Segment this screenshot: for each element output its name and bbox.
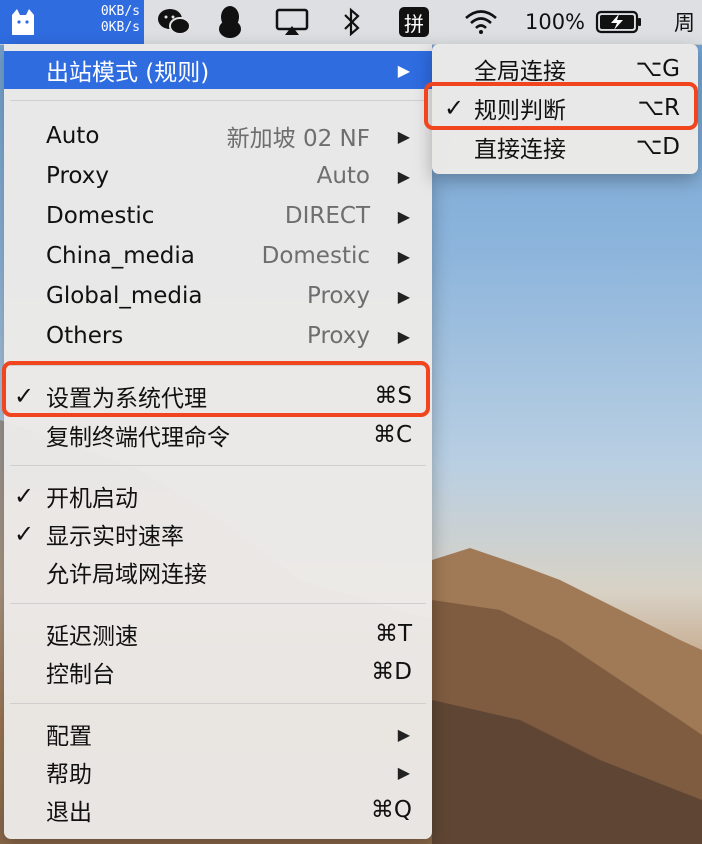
proxy-group-label: Auto — [46, 123, 100, 149]
clashx-menu: 出站模式 (规则) ▶ Auto 新加坡 02 NF ▶ Proxy Auto … — [4, 44, 432, 839]
copy-terminal-command-item[interactable]: 复制终端代理命令 ⌘C — [4, 416, 432, 454]
dashboard-label: 控制台 — [46, 662, 115, 688]
mode-direct-label: 直接连接 — [474, 137, 566, 163]
proxy-group-global-media[interactable]: Global_media Proxy ▶ — [4, 277, 432, 315]
clashx-status-item[interactable]: 0KB/s 0KB/s — [0, 0, 144, 44]
airplay-icon[interactable] — [268, 0, 316, 44]
shortcut: ⌘T — [374, 621, 412, 647]
separator — [10, 603, 426, 604]
allow-lan-label: 允许局域网连接 — [46, 562, 207, 588]
checkmark-icon: ✓ — [14, 520, 35, 548]
launch-at-login-item[interactable]: ✓ 开机启动 — [4, 477, 432, 515]
proxy-group-label: Others — [46, 323, 124, 349]
download-speed: 0KB/s — [100, 20, 140, 35]
launch-at-login-label: 开机启动 — [46, 486, 138, 512]
config-label: 配置 — [46, 724, 92, 750]
shortcut: ⌥D — [635, 134, 680, 160]
submenu-arrow-icon: ▶ — [397, 246, 410, 266]
submenu-arrow-icon: ▶ — [397, 724, 410, 744]
copy-terminal-command-label: 复制终端代理命令 — [46, 425, 230, 451]
proxy-group-auto[interactable]: Auto 新加坡 02 NF ▶ — [4, 117, 432, 155]
quit-label: 退出 — [46, 800, 92, 826]
qq-penguin-icon[interactable] — [208, 0, 252, 44]
shortcut: ⌘D — [371, 659, 412, 685]
proxy-group-label: Global_media — [46, 283, 203, 309]
submenu-arrow-icon: ▶ — [397, 60, 410, 80]
proxy-group-others[interactable]: Others Proxy ▶ — [4, 317, 432, 355]
menu-bar: 0KB/s 0KB/s 拼 100% 周 — [0, 0, 702, 45]
bluetooth-icon[interactable] — [334, 0, 370, 44]
proxy-group-value: 新加坡 02 NF — [226, 126, 370, 152]
proxy-group-value: Proxy — [306, 323, 370, 349]
clock-text: 周 — [674, 11, 695, 35]
proxy-group-label: Proxy — [46, 163, 110, 189]
show-speed-item[interactable]: ✓ 显示实时速率 — [4, 515, 432, 553]
latency-test-item[interactable]: 延迟测速 ⌘T — [4, 615, 432, 653]
outbound-mode-label: 出站模式 (规则) — [46, 60, 210, 86]
upload-speed: 0KB/s — [100, 4, 140, 19]
wifi-icon[interactable] — [458, 0, 504, 44]
quit-item[interactable]: 退出 ⌘Q — [4, 791, 432, 829]
dashboard-item[interactable]: 控制台 ⌘D — [4, 653, 432, 691]
mode-global-label: 全局连接 — [474, 59, 566, 85]
help-item[interactable]: 帮助 ▶ — [4, 753, 432, 791]
shortcut: ⌥G — [635, 56, 680, 82]
input-method-label: 拼 — [399, 7, 429, 37]
submenu-arrow-icon: ▶ — [397, 326, 410, 346]
proxy-group-proxy[interactable]: Proxy Auto ▶ — [4, 157, 432, 195]
proxy-group-value: Proxy — [306, 283, 370, 309]
annotation-highlight-rule-mode — [424, 82, 698, 130]
shortcut: ⌘C — [372, 422, 412, 448]
help-label: 帮助 — [46, 762, 92, 788]
battery-charging-icon[interactable] — [592, 0, 646, 44]
clock[interactable]: 周 — [674, 0, 702, 44]
checkmark-icon: ✓ — [14, 482, 35, 510]
separator — [10, 100, 426, 101]
battery-percent-text: 100% — [524, 10, 586, 34]
pinyin-input-icon[interactable]: 拼 — [398, 0, 430, 44]
proxy-group-label: China_media — [46, 243, 195, 269]
submenu-arrow-icon: ▶ — [397, 286, 410, 306]
shortcut: ⌘Q — [370, 797, 412, 823]
proxy-group-value: Domestic — [261, 243, 370, 269]
outbound-mode-item[interactable]: 出站模式 (规则) ▶ — [4, 51, 432, 89]
proxy-group-value: DIRECT — [284, 203, 370, 229]
latency-test-label: 延迟测速 — [46, 624, 138, 650]
annotation-highlight-system-proxy — [2, 361, 430, 417]
separator — [10, 465, 426, 466]
show-speed-label: 显示实时速率 — [46, 524, 184, 550]
cat-app-icon — [12, 9, 34, 35]
submenu-arrow-icon: ▶ — [397, 206, 410, 226]
separator — [10, 703, 426, 704]
network-speed: 0KB/s 0KB/s — [86, 4, 140, 36]
proxy-group-label: Domestic — [46, 203, 155, 229]
submenu-arrow-icon: ▶ — [397, 166, 410, 186]
wechat-icon[interactable] — [152, 0, 196, 44]
submenu-arrow-icon: ▶ — [397, 762, 410, 782]
proxy-group-value: Auto — [316, 163, 370, 189]
submenu-arrow-icon: ▶ — [397, 126, 410, 146]
proxy-group-china-media[interactable]: China_media Domestic ▶ — [4, 237, 432, 275]
proxy-group-domestic[interactable]: Domestic DIRECT ▶ — [4, 197, 432, 235]
allow-lan-item[interactable]: 允许局域网连接 — [4, 553, 432, 591]
battery-percent: 100% — [520, 0, 590, 44]
mode-direct-item[interactable]: 直接连接 ⌥D — [432, 128, 698, 166]
config-item[interactable]: 配置 ▶ — [4, 715, 432, 753]
